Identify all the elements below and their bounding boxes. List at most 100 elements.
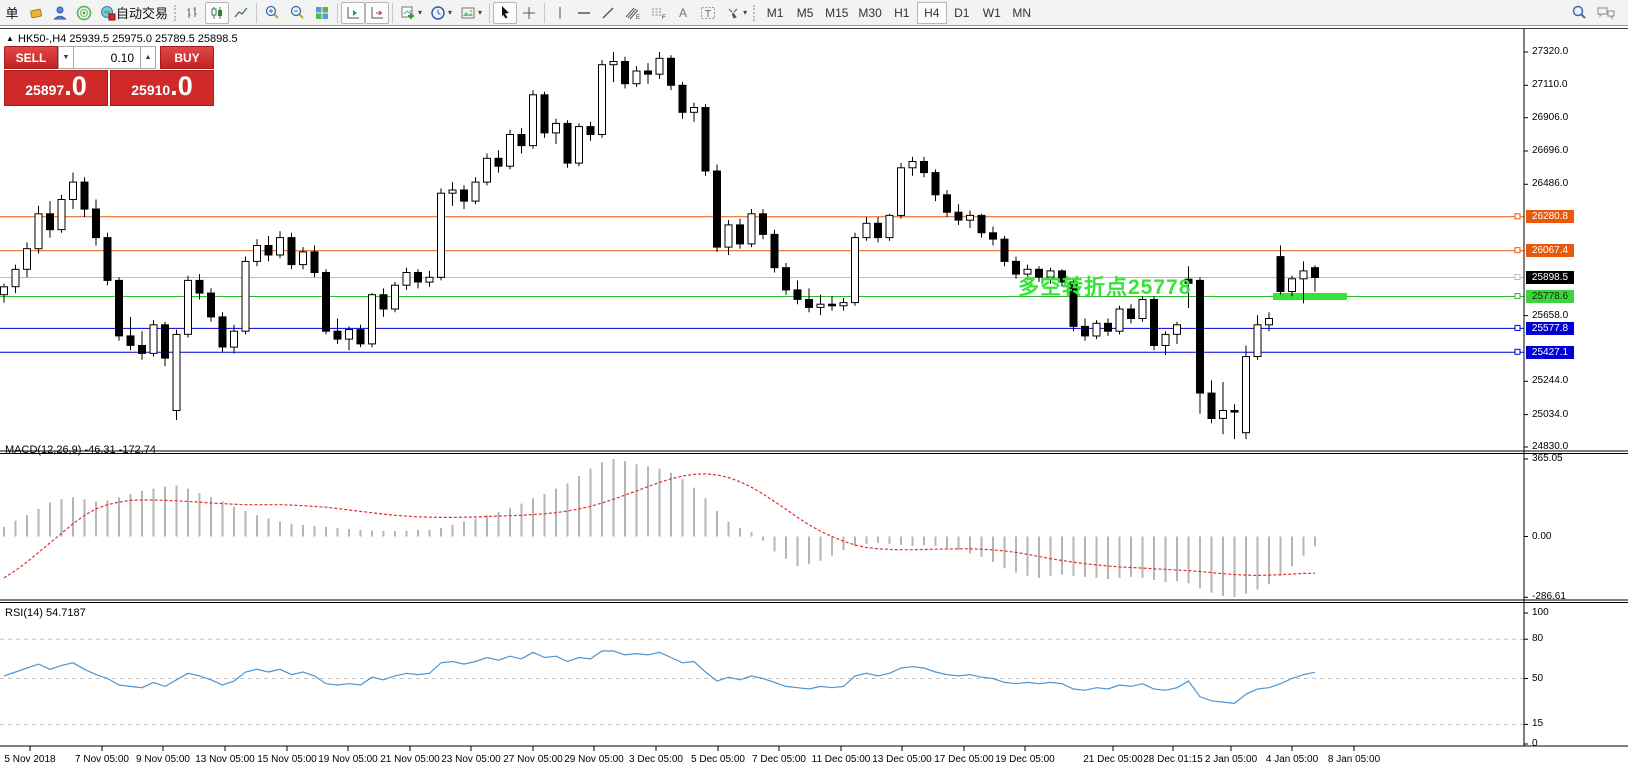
timeframe-M15[interactable]: M15 xyxy=(820,2,853,24)
timeframe-toolbar: M1M5M15M30H1H4D1W1MN xyxy=(760,0,1037,26)
sonar-icon xyxy=(76,5,92,21)
price-axis-label: 25658.0 xyxy=(1532,310,1568,321)
price-axis-label: 25034.0 xyxy=(1532,409,1568,420)
line-chart-icon xyxy=(233,5,249,21)
text-a-icon: A xyxy=(677,5,691,20)
templates-button[interactable]: ▾ xyxy=(456,2,486,24)
vertical-line-icon xyxy=(553,5,567,21)
label-tool-button[interactable]: T xyxy=(696,2,721,24)
volume-decrease-button[interactable]: ▼ xyxy=(58,46,74,69)
autotrade-label: 自动交易 xyxy=(116,3,168,22)
hline-marker[interactable] xyxy=(1515,325,1520,330)
profile-icon-button[interactable] xyxy=(48,2,72,24)
chart-annotation-text[interactable]: 多空转折点25778 xyxy=(1018,271,1191,301)
broadcast-icon-button[interactable] xyxy=(72,2,96,24)
time-axis-label: 7 Nov 05:00 xyxy=(75,754,129,765)
time-axis-label: 13 Nov 05:00 xyxy=(195,754,255,765)
tile-windows-button[interactable] xyxy=(310,2,334,24)
clock-icon xyxy=(430,5,446,21)
zoom-out-button[interactable] xyxy=(285,2,310,24)
hline-marker[interactable] xyxy=(1515,349,1520,354)
periods-button[interactable]: ▾ xyxy=(426,2,456,24)
one-click-trade-panel: SELL ▼ ▲ BUY 25897 .0 25910 .0 xyxy=(4,46,214,106)
cursor-arrow-icon xyxy=(498,5,512,20)
price-axis-label: 25244.0 xyxy=(1532,375,1568,386)
ohlc-bars-icon xyxy=(185,5,201,21)
toolbar-separator xyxy=(544,3,545,23)
price-axis-label: 27110.0 xyxy=(1532,79,1567,90)
trading-app-window: { "toolbar": { "new_order_label": "单", "… xyxy=(0,0,1628,774)
trendline-tool-button[interactable] xyxy=(596,2,620,24)
buy-button[interactable]: BUY xyxy=(160,46,214,69)
price-badge-26067.4: 26067.4 xyxy=(1526,244,1574,257)
zoom-in-icon xyxy=(264,4,281,21)
text-tool-button[interactable]: A xyxy=(672,2,696,24)
sell-price-display[interactable]: 25897 .0 xyxy=(4,70,108,106)
price-axis-label: 26486.0 xyxy=(1532,178,1568,189)
volume-input[interactable] xyxy=(74,46,140,69)
rsi-indicator-label: RSI(14) 54.7187 xyxy=(5,607,86,619)
sell-button[interactable]: SELL xyxy=(4,46,58,69)
price-badge-26280.8: 26280.8 xyxy=(1526,210,1574,223)
cursor-tool-button[interactable] xyxy=(493,2,517,24)
autotrade-button[interactable]: 自动交易 xyxy=(96,2,172,24)
channel-tool-button[interactable]: E xyxy=(620,2,646,24)
arrows-tool-button[interactable]: ▾ xyxy=(721,2,751,24)
timeframe-M5[interactable]: M5 xyxy=(790,2,820,24)
hline-marker[interactable] xyxy=(1515,294,1520,299)
new-order-label: 单 xyxy=(5,3,18,22)
time-axis-label: 19 Dec 05:00 xyxy=(995,754,1055,765)
chat-bubbles-icon xyxy=(1596,4,1616,21)
hline-tool-button[interactable] xyxy=(572,2,596,24)
rsi-axis-label: 50 xyxy=(1532,673,1543,684)
search-button[interactable] xyxy=(1567,2,1592,24)
zoom-in-button[interactable] xyxy=(260,2,285,24)
chart-bars-button[interactable] xyxy=(181,2,205,24)
timeframe-H4[interactable]: H4 xyxy=(917,2,947,24)
price-axis-label: 26906.0 xyxy=(1532,112,1568,123)
buy-price-display[interactable]: 25910 .0 xyxy=(110,70,214,106)
price-badge-25427.1: 25427.1 xyxy=(1526,346,1574,359)
timeframe-D1[interactable]: D1 xyxy=(947,2,977,24)
time-axis-label: 27 Nov 05:00 xyxy=(503,754,563,765)
timeframe-W1[interactable]: W1 xyxy=(977,2,1007,24)
chart-shift-icon xyxy=(369,5,385,21)
main-toolbar: 单 自动交易 xyxy=(0,0,1628,26)
dropdown-caret: ▾ xyxy=(418,8,422,17)
time-axis-label: 17 Dec 05:00 xyxy=(934,754,994,765)
chart-candles-button[interactable] xyxy=(205,2,229,24)
time-axis-label: 29 Nov 05:00 xyxy=(564,754,624,765)
time-axis-label: 2 Jan 05:00 xyxy=(1205,754,1257,765)
timeframe-M30[interactable]: M30 xyxy=(853,2,886,24)
chart-shift-button[interactable] xyxy=(365,2,389,24)
volume-increase-button[interactable]: ▲ xyxy=(140,46,156,69)
timeframe-MN[interactable]: MN xyxy=(1007,2,1037,24)
price-axis-label: 26696.0 xyxy=(1532,145,1568,156)
zoom-out-icon xyxy=(289,4,306,21)
new-order-button[interactable]: 单 xyxy=(0,2,24,24)
hline-marker[interactable] xyxy=(1515,214,1520,219)
green-highlight-segment[interactable] xyxy=(1273,293,1347,300)
timeframe-M1[interactable]: M1 xyxy=(760,2,790,24)
macd-axis-label: 0.00 xyxy=(1532,531,1551,542)
dropdown-caret: ▾ xyxy=(478,8,482,17)
time-axis-label: 5 Dec 05:00 xyxy=(691,754,745,765)
crosshair-tool-button[interactable] xyxy=(517,2,541,24)
toolbar-separator xyxy=(489,3,490,23)
rsi-axis-label: 15 xyxy=(1532,718,1543,729)
chat-button[interactable] xyxy=(1592,2,1620,24)
fibonacci-tool-button[interactable]: F xyxy=(646,2,672,24)
new-chart-button[interactable]: ▾ xyxy=(396,2,426,24)
candlestick-icon xyxy=(209,5,225,21)
timeframe-H1[interactable]: H1 xyxy=(887,2,917,24)
svg-text:E: E xyxy=(636,15,640,21)
price-axis-label: 24830.0 xyxy=(1532,441,1568,452)
vline-tool-button[interactable] xyxy=(548,2,572,24)
hline-marker[interactable] xyxy=(1515,275,1520,280)
hline-marker[interactable] xyxy=(1515,248,1520,253)
chart-canvas[interactable] xyxy=(0,29,1628,774)
market-watch-icon[interactable] xyxy=(24,2,48,24)
svg-text:A: A xyxy=(679,6,687,20)
auto-scroll-button[interactable] xyxy=(341,2,365,24)
chart-line-button[interactable] xyxy=(229,2,253,24)
